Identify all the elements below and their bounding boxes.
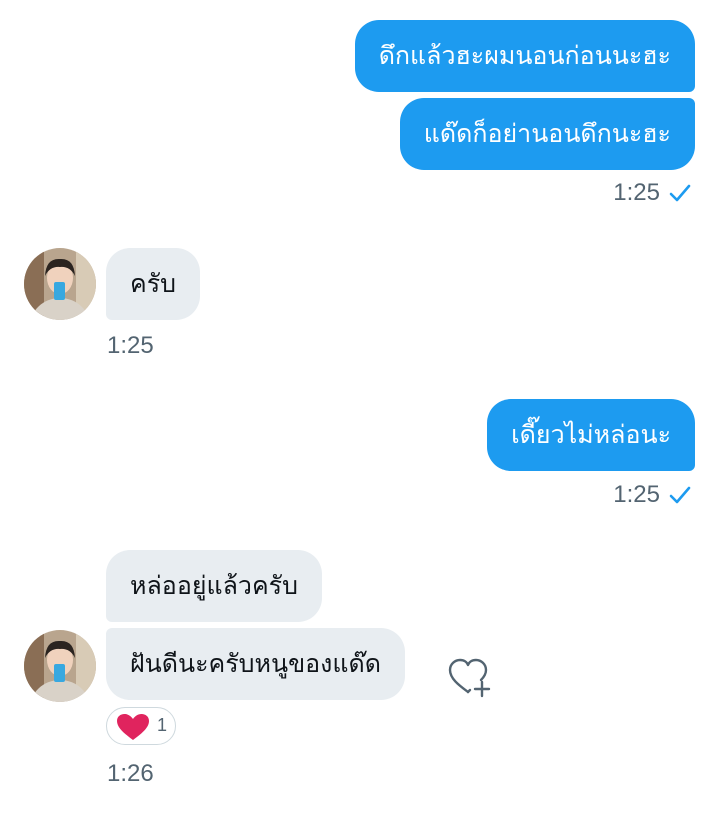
message-timestamp: 1:25 (107, 332, 154, 359)
message-timestamp: 1:25 (613, 481, 660, 508)
message-timestamp: 1:26 (107, 760, 154, 787)
incoming-message[interactable]: หล่ออยู่แล้วครับ (106, 550, 322, 622)
reaction-chip[interactable]: 1 (106, 707, 176, 745)
sent-check-icon (669, 184, 691, 202)
add-reaction-icon[interactable] (446, 656, 494, 700)
outgoing-message[interactable]: ดึกแล้วฮะผมนอนก่อนนะฮะ (354, 20, 695, 92)
avatar[interactable] (24, 630, 96, 702)
outgoing-message[interactable]: เดี๊ยวไม่หล่อนะ (487, 399, 695, 471)
reaction-count: 1 (157, 715, 168, 735)
outgoing-message[interactable]: แด๊ดก็อย่านอนดึกนะฮะ (399, 98, 695, 170)
sent-check-icon (669, 486, 691, 504)
incoming-message[interactable]: ฝันดีนะครับหนูของแด๊ด (106, 628, 405, 700)
avatar[interactable] (24, 248, 96, 320)
heart-icon (117, 714, 149, 740)
incoming-message[interactable]: ครับ (106, 248, 201, 320)
message-timestamp: 1:25 (613, 179, 660, 206)
